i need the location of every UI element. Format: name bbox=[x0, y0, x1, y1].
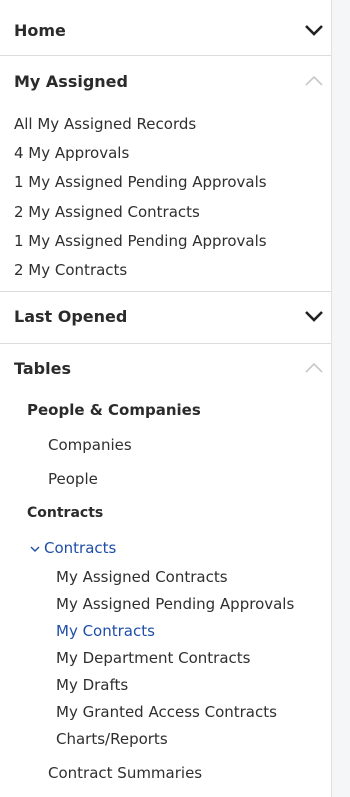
contracts-expand-label: Contracts bbox=[44, 539, 117, 557]
group-people-companies-title: People & Companies bbox=[27, 401, 201, 419]
chevron-down-icon[interactable] bbox=[301, 20, 327, 40]
section-home-header[interactable]: Home bbox=[0, 10, 331, 50]
navigation-panel: Home My Assigned All My Assigned Records… bbox=[0, 0, 332, 797]
my-assigned-item-approvals[interactable]: 4 My Approvals bbox=[14, 144, 129, 162]
chevron-down-small-icon bbox=[30, 543, 40, 556]
section-last-opened-header[interactable]: Last Opened bbox=[0, 296, 331, 336]
divider bbox=[0, 55, 331, 56]
contracts-item-assigned-contracts[interactable]: My Assigned Contracts bbox=[56, 568, 228, 586]
my-assigned-item-all-records[interactable]: All My Assigned Records bbox=[14, 115, 196, 133]
contracts-item-drafts[interactable]: My Drafts bbox=[56, 676, 128, 694]
section-my-assigned-title: My Assigned bbox=[14, 71, 128, 91]
contracts-item-granted-access-contracts[interactable]: My Granted Access Contracts bbox=[56, 703, 277, 721]
contract-summaries-link[interactable]: Contract Summaries bbox=[48, 764, 202, 782]
chevron-up-icon[interactable] bbox=[301, 71, 327, 91]
contracts-item-my-contracts[interactable]: My Contracts bbox=[56, 622, 155, 640]
section-my-assigned-header[interactable]: My Assigned bbox=[0, 62, 331, 100]
chevron-up-icon[interactable] bbox=[301, 358, 327, 378]
contracts-item-assigned-pending-approvals[interactable]: My Assigned Pending Approvals bbox=[56, 595, 294, 613]
my-assigned-item-my-contracts[interactable]: 2 My Contracts bbox=[14, 261, 127, 279]
content-area-edge bbox=[332, 0, 350, 797]
section-home-title: Home bbox=[14, 20, 66, 40]
contracts-item-charts-reports[interactable]: Charts/Reports bbox=[56, 730, 168, 748]
contracts-expand-toggle[interactable]: Contracts bbox=[30, 539, 116, 557]
table-item-companies[interactable]: Companies bbox=[48, 436, 132, 454]
divider bbox=[0, 291, 331, 292]
table-item-people[interactable]: People bbox=[48, 470, 98, 488]
chevron-down-icon[interactable] bbox=[301, 306, 327, 326]
group-contracts-title: Contracts bbox=[27, 505, 104, 521]
section-tables-title: Tables bbox=[14, 358, 71, 378]
my-assigned-item-assigned-contracts[interactable]: 2 My Assigned Contracts bbox=[14, 203, 200, 221]
my-assigned-item-pending-approvals[interactable]: 1 My Assigned Pending Approvals bbox=[14, 173, 267, 191]
my-assigned-item-pending-approvals-2[interactable]: 1 My Assigned Pending Approvals bbox=[14, 232, 267, 250]
section-last-opened-title: Last Opened bbox=[14, 306, 128, 326]
section-tables-header[interactable]: Tables bbox=[0, 349, 331, 387]
contracts-item-department-contracts[interactable]: My Department Contracts bbox=[56, 649, 250, 667]
divider bbox=[0, 343, 331, 344]
